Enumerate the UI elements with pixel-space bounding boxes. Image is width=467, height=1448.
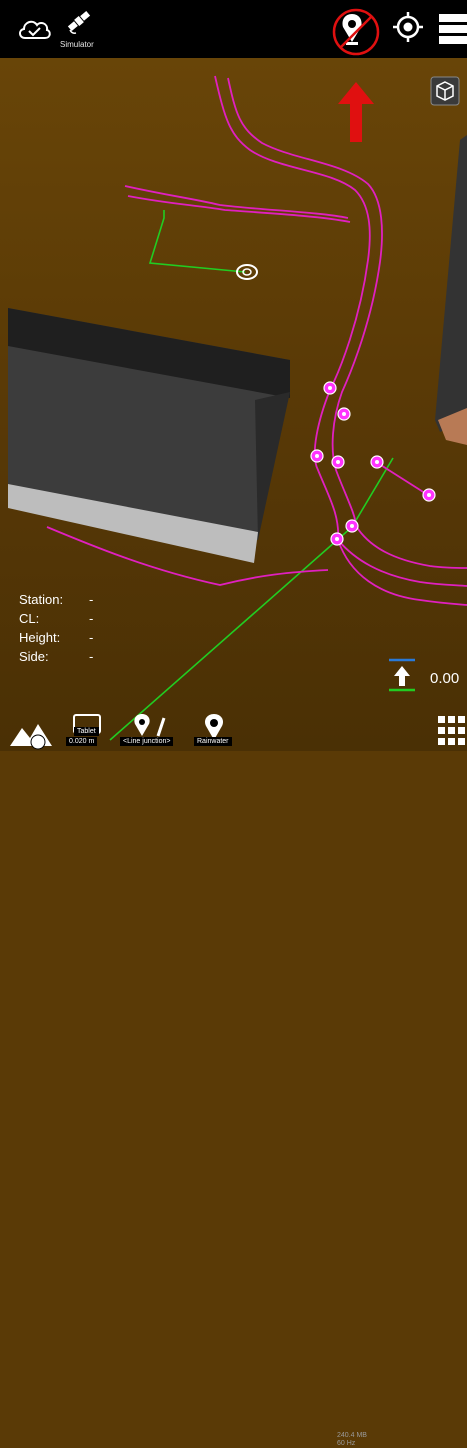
line-junction-label: <Line junction> — [120, 737, 174, 746]
pipe-label: Rainwater — [194, 737, 232, 746]
3d-cube-icon[interactable] — [430, 76, 460, 106]
elevation-value: 0.00 — [430, 670, 460, 687]
info-row-side: Side: - — [19, 647, 93, 666]
elevation-arrow-icon — [389, 658, 415, 692]
frequency-text: 60 Hz — [337, 1440, 356, 1447]
tablet-label: Tablet — [74, 727, 99, 736]
station-label: Station: — [19, 592, 64, 607]
layers-icon[interactable] — [437, 12, 467, 46]
side-value: - — [89, 649, 94, 664]
grid-menu-icon[interactable] — [436, 714, 467, 750]
cl-value: - — [89, 611, 94, 626]
station-value: - — [89, 592, 94, 607]
cancel-marker-icon[interactable] — [330, 6, 382, 58]
height-label: Height: — [19, 630, 61, 645]
satellite-icon[interactable] — [64, 6, 94, 36]
tablet-value: 0.020 m — [66, 737, 98, 746]
terrain-icon[interactable] — [8, 716, 54, 750]
cl-label: CL: — [19, 611, 40, 626]
red-arrow-icon — [338, 82, 374, 142]
info-row-station: Station: - — [19, 590, 93, 609]
side-label: Side: — [19, 649, 49, 664]
locate-icon[interactable] — [391, 10, 425, 44]
memory-status: 240.4 MB 60 Hz — [337, 1432, 367, 1448]
height-value: - — [89, 630, 94, 645]
memory-text: 240.4 MB — [337, 1432, 367, 1439]
info-row-cl: CL: - — [19, 609, 93, 628]
info-panel: Station: - CL: - Height: - Side: - — [19, 590, 93, 666]
cloud-check-icon[interactable] — [16, 14, 52, 42]
bottom-toolbar: Tablet 0.020 m <Line junction> Rainwater… — [0, 700, 467, 1447]
info-row-height: Height: - — [19, 628, 93, 647]
simulator-label: Simulator — [60, 40, 94, 49]
top-toolbar: Simulator — [0, 0, 467, 58]
